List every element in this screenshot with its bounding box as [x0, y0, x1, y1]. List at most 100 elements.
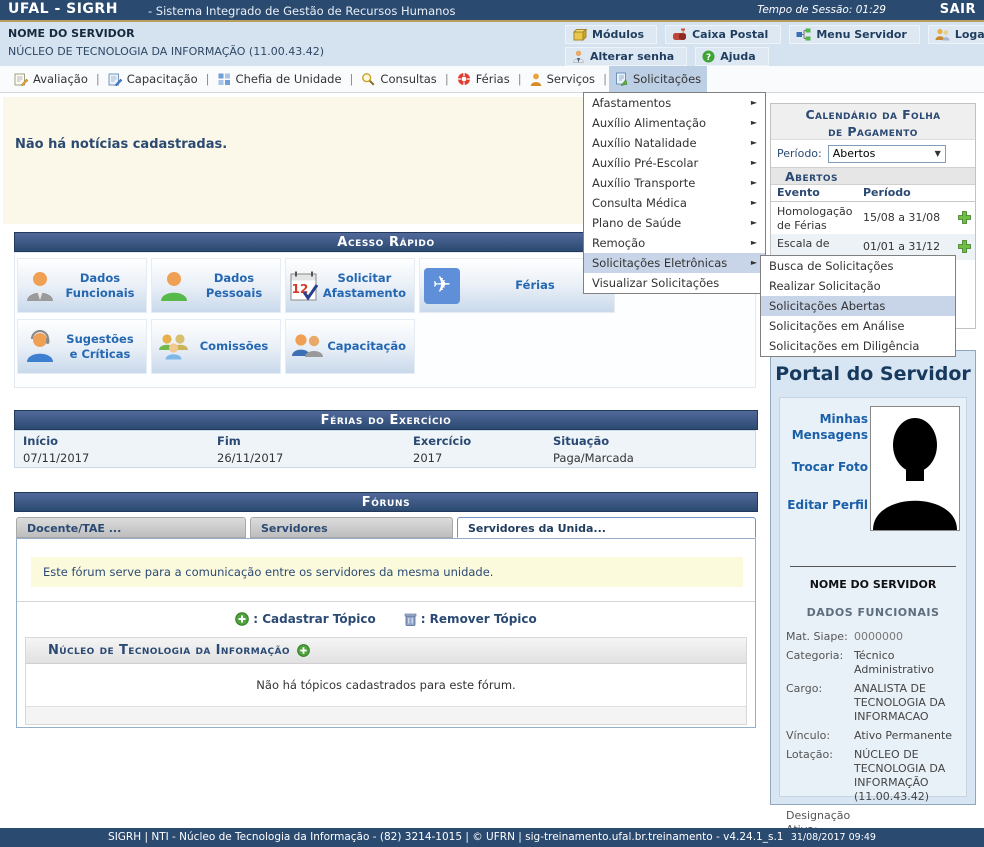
menu-separator: |	[516, 66, 524, 92]
help-button[interactable]: ? Ajuda	[695, 47, 768, 66]
user-unit: NÚCLEO DE TECNOLOGIA DA INFORMAÇÃO (11.0…	[8, 45, 324, 58]
add-event-icon[interactable]	[958, 240, 971, 253]
user-name: NOME DO SERVIDOR	[8, 27, 135, 40]
submenu-item-realizar[interactable]: Realizar Solicitação	[761, 276, 955, 296]
dropdown-item-consulta-medica[interactable]: Consulta Médica ►	[584, 193, 765, 213]
quick-comissoes[interactable]: Comissões	[151, 319, 281, 374]
quick-sugestoes[interactable]: Sugestões e Críticas	[17, 319, 147, 374]
my-messages-link[interactable]: Minhas Mensagens	[784, 412, 868, 443]
menu-ferias-label: Férias	[476, 72, 510, 86]
trash-icon	[404, 612, 417, 626]
modules-icon	[572, 28, 587, 41]
menu-consultas[interactable]: Consultas	[355, 66, 442, 92]
calendar-row: Homologação de Férias 15/08 a 31/08	[771, 202, 975, 234]
vacation-col-inicio: Início	[23, 434, 58, 448]
vacation-header: Férias do Exercício	[14, 410, 758, 430]
headset-person-icon	[18, 330, 62, 364]
dropdown-item-auxilio-pre-escolar[interactable]: Auxílio Pré-Escolar ►	[584, 153, 765, 173]
login-as-button[interactable]: Logar Como	[928, 25, 984, 44]
dropdown-item-afastamentos[interactable]: Afastamentos ►	[584, 93, 765, 113]
dropdown-item-label: Solicitações Eletrônicas	[592, 253, 727, 273]
training-icon	[108, 73, 122, 86]
edit-profile-link[interactable]: Editar Perfil	[784, 498, 868, 514]
dropdown-item-auxilio-transporte[interactable]: Auxílio Transporte ►	[584, 173, 765, 193]
menu-servicos[interactable]: Serviços	[524, 66, 601, 92]
add-topic-action[interactable]: : Cadastrar Tópico	[235, 612, 375, 626]
two-people-icon	[286, 330, 327, 364]
profile-section-title: DADOS FUNCIONAIS	[780, 606, 966, 619]
person-green-icon	[152, 269, 196, 303]
submenu-item-analise[interactable]: Solicitações em Análise	[761, 316, 955, 336]
modules-label: Módulos	[592, 28, 644, 41]
user-key-icon	[572, 50, 585, 63]
menu-chefia[interactable]: Chefia de Unidade	[212, 66, 348, 92]
add-group-topic-icon[interactable]	[297, 644, 310, 657]
menu-servicos-label: Serviços	[547, 72, 595, 86]
change-password-button[interactable]: Alterar senha	[565, 47, 687, 66]
quick-capacitacao[interactable]: Capacitação	[285, 319, 415, 374]
modules-button[interactable]: Módulos	[565, 25, 657, 44]
submenu-arrow-icon: ►	[751, 133, 757, 153]
dropdown-item-auxilio-alimentacao[interactable]: Auxílio Alimentação ►	[584, 113, 765, 133]
tab-docente-tae[interactable]: Docente/TAE ...	[16, 517, 246, 538]
menu-ferias[interactable]: Férias	[451, 66, 516, 92]
submenu-item-busca[interactable]: Busca de Solicitações	[761, 256, 955, 276]
submenu-arrow-icon: ►	[751, 153, 757, 173]
add-event-icon[interactable]	[958, 211, 971, 224]
calendar-event: Homologação de Férias	[777, 205, 861, 233]
profile-name: NOME DO SERVIDOR	[780, 578, 966, 591]
change-photo-link[interactable]: Trocar Foto	[784, 460, 868, 476]
calendar-title-line2: de Pagamento	[771, 124, 975, 141]
quick-dados-funcionais-label: Dados Funcionais	[62, 271, 146, 300]
submenu-arrow-icon: ►	[751, 213, 757, 233]
org-nodes-icon	[796, 28, 811, 41]
quick-dados-funcionais[interactable]: Dados Funcionais	[17, 258, 147, 313]
submenu-item-abertas[interactable]: Solicitações Abertas	[761, 296, 955, 316]
dropdown-item-solicitacoes-eletronicas[interactable]: Solicitações Eletrônicas ►	[584, 253, 765, 273]
dropdown-item-label: Auxílio Transporte	[592, 173, 695, 193]
submenu-item-label: Solicitações em Análise	[769, 316, 904, 336]
change-password-label: Alterar senha	[590, 50, 674, 63]
submenu-arrow-icon: ►	[751, 113, 757, 133]
submenu-arrow-icon: ►	[751, 173, 757, 193]
menu-consultas-label: Consultas	[380, 72, 436, 86]
dropdown-item-label: Plano de Saúde	[592, 213, 681, 233]
dropdown-item-label: Visualizar Solicitações	[592, 273, 719, 293]
submenu-item-label: Busca de Solicitações	[769, 256, 893, 276]
forum-content: Este fórum serve para a comunicação entr…	[16, 538, 756, 728]
submenu-item-diligencia[interactable]: Solicitações em Diligência	[761, 336, 955, 356]
menu-separator: |	[601, 66, 609, 92]
main-menu-bar: Avaliação | Capacitação | Chefia de Unid…	[0, 66, 984, 93]
remove-topic-action[interactable]: : Remover Tópico	[404, 612, 537, 626]
dropdown-item-plano-de-saude[interactable]: Plano de Saúde ►	[584, 213, 765, 233]
person-icon	[530, 73, 542, 86]
menu-capacitacao[interactable]: Capacitação	[102, 66, 204, 92]
profile-fields: Mat. Siape: 0000000 Categoria: Técnico A…	[786, 630, 964, 837]
vacation-col-fim: Fim	[217, 434, 241, 448]
field-label: Categoria:	[786, 649, 850, 677]
dropdown-item-remocao[interactable]: Remoção ►	[584, 233, 765, 253]
dropdown-item-visualizar-solicitacoes[interactable]: Visualizar Solicitações	[584, 273, 765, 293]
field-value: Técnico Administrativo	[854, 649, 964, 677]
period-select[interactable]: Abertos ▼	[828, 145, 946, 163]
forum-actions: : Cadastrar Tópico : Remover Tópico	[17, 607, 755, 631]
menu-avaliacao[interactable]: Avaliação	[8, 66, 94, 92]
menu-solicitacoes[interactable]: Solicitações	[609, 66, 707, 92]
portal-profile-box: Minhas Mensagens Trocar Foto Editar Perf…	[779, 397, 967, 797]
logout-link[interactable]: SAIR	[940, 2, 976, 17]
quick-dados-pessoais[interactable]: Dados Pessoais	[151, 258, 281, 313]
tab-servidores[interactable]: Servidores	[250, 517, 453, 538]
quick-access-title: Acesso Rápido	[337, 235, 434, 250]
tab-servidores-unidade[interactable]: Servidores da Unida...	[457, 517, 756, 538]
dropdown-item-label: Auxílio Alimentação	[592, 113, 706, 133]
field-value: NÚCLEO DE TECNOLOGIA DA INFORMAÇÃO (11.0…	[854, 748, 964, 804]
field-label: Mat. Siape:	[786, 630, 850, 644]
quick-solicitar-afastamento[interactable]: 12 Solicitar Afastamento	[285, 258, 415, 313]
help-icon: ?	[702, 50, 715, 63]
dropdown-item-auxilio-natalidade[interactable]: Auxílio Natalidade ►	[584, 133, 765, 153]
forum-divider	[17, 601, 755, 602]
server-menu-button[interactable]: Menu Servidor	[789, 25, 920, 44]
mailbox-button[interactable]: Caixa Postal	[665, 25, 781, 44]
two-users-icon	[935, 28, 950, 41]
dropdown-item-label: Remoção	[592, 233, 645, 253]
